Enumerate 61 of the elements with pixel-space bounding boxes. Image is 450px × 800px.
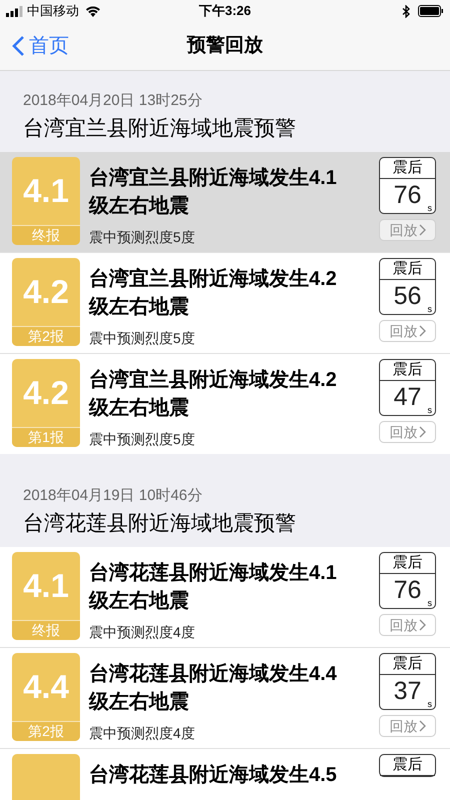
- seconds-unit: s: [428, 699, 432, 709]
- event-row[interactable]: 4.4 第2报 台湾花莲县附近海域发生4.4级左右地震 震中预测烈度4度 震后 37 s 回放: [0, 647, 450, 748]
- section-date: 2018年04月19日 10时46分: [23, 486, 204, 506]
- magnitude-value: 4.4: [23, 667, 69, 708]
- battery-icon: [418, 5, 444, 17]
- intensity-text: 震中预测烈度4度: [89, 623, 196, 642]
- report-label: 第1报: [12, 427, 80, 447]
- intensity-text: 震中预测烈度5度: [89, 228, 196, 247]
- chevron-right-icon: [418, 224, 426, 236]
- magnitude-value: 4.1: [23, 566, 69, 606]
- event-row[interactable]: 4.2 第1报 台湾宜兰县附近海域发生4.2级左右地震 震中预测烈度5度 震后 47 s 回放: [0, 353, 450, 454]
- chevron-right-icon: [418, 325, 426, 337]
- report-label: 第2报: [12, 721, 80, 741]
- countdown-label: 震后: [380, 259, 435, 280]
- countdown-seconds: 47: [394, 382, 422, 414]
- intensity-text: 震中预测烈度4度: [89, 724, 196, 743]
- report-label: 终报: [12, 225, 80, 245]
- signal-icon: [6, 6, 25, 16]
- countdown-seconds: 37: [394, 676, 422, 708]
- event-title: 台湾花莲县附近海域发生4.5: [89, 762, 338, 788]
- magnitude-value: 4.2: [23, 373, 69, 414]
- section-title: 台湾花莲县附近海域地震预警: [23, 511, 297, 537]
- intensity-text: 震中预测烈度5度: [89, 430, 196, 449]
- seconds-unit: s: [428, 304, 432, 314]
- event-row[interactable]: 4.1 终报 台湾宜兰县附近海域发生4.1级左右地震 震中预测烈度5度 震后 76 s 回放: [0, 152, 450, 252]
- event-row[interactable]: 台湾花莲县附近海域发生4.5 震后: [0, 748, 450, 800]
- report-label: 终报: [12, 620, 80, 640]
- bluetooth-icon: [402, 4, 410, 18]
- event-title: 台湾花莲县附近海域发生4.4级左右地震: [89, 662, 338, 715]
- countdown-seconds: 76: [394, 575, 422, 606]
- magnitude-value: 4.1: [23, 171, 69, 212]
- carrier-name: 中国移动: [27, 2, 79, 20]
- seconds-unit: s: [428, 598, 432, 608]
- event-title: 台湾宜兰县附近海域发生4.2级左右地震: [89, 266, 338, 320]
- report-label: 第2报: [12, 326, 80, 346]
- status-time: 下午3:26: [198, 2, 252, 20]
- intensity-text: 震中预测烈度5度: [89, 329, 196, 348]
- seconds-unit: s: [428, 203, 432, 213]
- back-button[interactable]: 首页: [12, 31, 69, 61]
- event-row[interactable]: 4.2 第2报 台湾宜兰县附近海域发生4.2级左右地震 震中预测烈度5度 震后 56 s 回放: [0, 252, 450, 353]
- event-title: 台湾宜兰县附近海域发生4.2级左右地震: [89, 368, 338, 421]
- wifi-icon: [85, 5, 101, 17]
- countdown-label: 震后: [380, 360, 435, 381]
- event-title: 台湾宜兰县附近海域发生4.1级左右地震: [89, 166, 338, 219]
- nav-title: 预警回放: [187, 34, 263, 58]
- section-date: 2018年04月20日 13时25分: [23, 91, 204, 111]
- countdown-label: 震后: [380, 158, 435, 179]
- chevron-right-icon: [418, 720, 426, 732]
- section-title: 台湾宜兰县附近海域地震预警: [23, 116, 297, 142]
- countdown-label: 震后: [380, 755, 435, 776]
- countdown-seconds: 76: [394, 180, 422, 212]
- back-chevron-icon: [12, 35, 25, 57]
- countdown-label: 震后: [380, 654, 435, 675]
- event-row[interactable]: 4.1 终报 台湾花莲县附近海域发生4.1级左右地震 震中预测烈度4度 震后 76 s 回放: [0, 547, 450, 647]
- magnitude-value: 4.2: [23, 272, 69, 312]
- seconds-unit: s: [428, 405, 432, 415]
- chevron-right-icon: [418, 426, 426, 438]
- chevron-right-icon: [418, 619, 426, 631]
- countdown-label: 震后: [380, 553, 435, 574]
- event-title: 台湾花莲县附近海域发生4.1级左右地震: [89, 560, 338, 614]
- countdown-seconds: 56: [394, 281, 422, 312]
